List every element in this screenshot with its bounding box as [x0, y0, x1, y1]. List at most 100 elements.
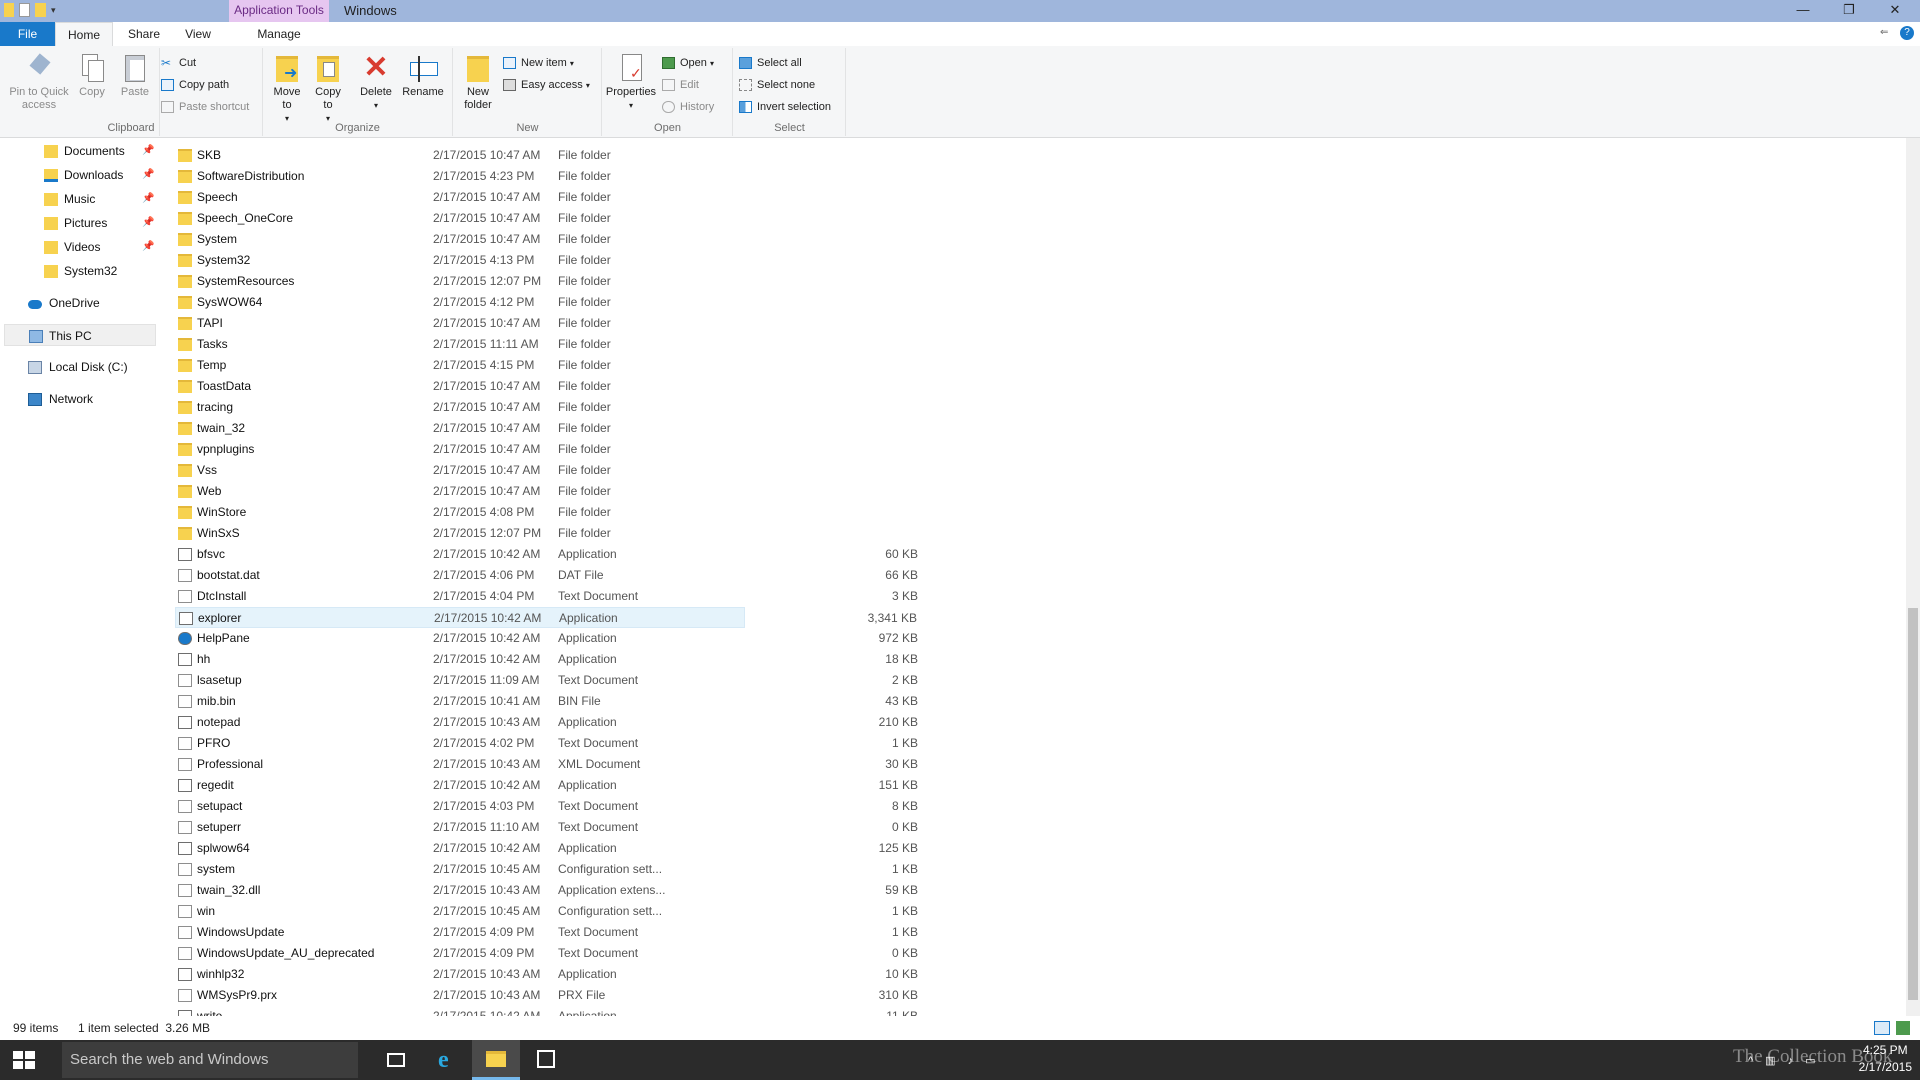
- tab-view[interactable]: View: [178, 22, 218, 46]
- file-row[interactable]: WindowsUpdate_AU_deprecated 2/17/2015 4:0…: [175, 943, 918, 964]
- nav-item-videos[interactable]: Videos 📌: [44, 236, 156, 258]
- file-row[interactable]: hh 2/17/2015 10:42 AM Application 18 KB: [175, 649, 918, 670]
- file-row[interactable]: bootstat.dat 2/17/2015 4:06 PM DAT File 66 …: [175, 565, 918, 586]
- restore-button[interactable]: ❐: [1826, 0, 1872, 22]
- copy-button[interactable]: Copy: [72, 52, 112, 99]
- select-none-button[interactable]: Select none: [738, 76, 843, 94]
- task-view-button[interactable]: [372, 1040, 420, 1080]
- file-explorer-button[interactable]: [472, 1040, 520, 1080]
- file-row[interactable]: Professional 2/17/2015 10:43 AM XML Docume…: [175, 754, 918, 775]
- file-row[interactable]: regedit 2/17/2015 10:42 AM Application 151 …: [175, 775, 918, 796]
- history-button[interactable]: History: [661, 98, 731, 116]
- nav-item-local-disk[interactable]: Local Disk (C:): [28, 356, 156, 378]
- internet-explorer-button[interactable]: e: [424, 1040, 472, 1080]
- copy-to-button[interactable]: Copy to ▾: [310, 52, 346, 125]
- file-date: 2/17/2015 4:09 PM: [433, 925, 535, 939]
- nav-item-downloads[interactable]: Downloads 📌: [44, 164, 156, 186]
- delete-button[interactable]: ✕ Delete ▾: [358, 52, 394, 112]
- file-row[interactable]: SKB 2/17/2015 10:47 AM File folder: [175, 145, 745, 166]
- paste-button[interactable]: Paste: [115, 52, 155, 99]
- invert-selection-button[interactable]: Invert selection: [738, 98, 846, 116]
- nav-item-system32[interactable]: System32: [44, 260, 156, 282]
- taskbar-search-box[interactable]: Search the web and Windows: [62, 1042, 358, 1078]
- qat-dropdown-icon[interactable]: ▾: [51, 5, 56, 16]
- file-row[interactable]: setupact 2/17/2015 4:03 PM Text Document 8 …: [175, 796, 918, 817]
- file-row[interactable]: DtcInstall 2/17/2015 4:04 PM Text Document…: [175, 586, 918, 607]
- properties-qat-icon[interactable]: [19, 3, 30, 17]
- file-row[interactable]: SystemResources 2/17/2015 12:07 PM File fo…: [175, 271, 745, 292]
- file-row[interactable]: notepad 2/17/2015 10:43 AM Application 210 …: [175, 712, 918, 733]
- taskbar-clock[interactable]: 4:25 PM 2/17/2015: [1859, 1042, 1912, 1076]
- store-button[interactable]: [522, 1040, 570, 1080]
- scrollbar-thumb[interactable]: [1908, 608, 1918, 1000]
- vertical-scrollbar[interactable]: [1906, 138, 1920, 1016]
- easy-access-button[interactable]: Easy access ▾: [502, 76, 602, 94]
- file-row[interactable]: twain_32 2/17/2015 10:47 AM File folder: [175, 418, 745, 439]
- open-button[interactable]: Open ▾: [661, 54, 731, 72]
- file-row[interactable]: Temp 2/17/2015 4:15 PM File folder: [175, 355, 745, 376]
- new-folder-qat-icon[interactable]: [35, 3, 46, 17]
- file-row[interactable]: WinSxS 2/17/2015 12:07 PM File folder: [175, 523, 745, 544]
- tab-share[interactable]: Share: [124, 22, 164, 46]
- tab-manage[interactable]: Manage: [252, 22, 306, 46]
- file-row[interactable]: lsasetup 2/17/2015 11:09 AM Text Document 2…: [175, 670, 918, 691]
- file-row[interactable]: mib.bin 2/17/2015 10:41 AM BIN File 43 KB: [175, 691, 918, 712]
- move-to-button[interactable]: ➜ Move to ▾: [269, 52, 305, 125]
- file-row[interactable]: win 2/17/2015 10:45 AM Configuration sett.…: [175, 901, 918, 922]
- large-icons-view-icon[interactable]: [1896, 1021, 1910, 1035]
- file-row-selected[interactable]: explorer 2/17/2015 10:42 AM Application 3,3…: [175, 607, 917, 628]
- file-row[interactable]: WindowsUpdate 2/17/2015 4:09 PM Text Docum…: [175, 922, 918, 943]
- file-row[interactable]: ToastData 2/17/2015 10:47 AM File folder: [175, 376, 745, 397]
- volume-icon[interactable]: ♪: [1788, 1055, 1806, 1067]
- file-row[interactable]: SysWOW64 2/17/2015 4:12 PM File folder: [175, 292, 745, 313]
- file-row[interactable]: vpnplugins 2/17/2015 10:47 AM File folder: [175, 439, 745, 460]
- file-row[interactable]: SoftwareDistribution 2/17/2015 4:23 PM Fil…: [175, 166, 745, 187]
- file-row[interactable]: tracing 2/17/2015 10:47 AM File folder: [175, 397, 745, 418]
- file-row[interactable]: write 2/17/2015 10:42 AM Application 11 KB: [175, 1006, 918, 1016]
- details-view-icon[interactable]: [1874, 1021, 1890, 1035]
- network-tray-icon[interactable]: ▥: [1765, 1055, 1787, 1067]
- nav-item-this-pc[interactable]: This PC: [4, 324, 156, 346]
- pin-to-quick-access-button[interactable]: Pin to Quick access: [6, 52, 72, 112]
- close-button[interactable]: ✕: [1872, 0, 1918, 22]
- file-row[interactable]: WinStore 2/17/2015 4:08 PM File folder: [175, 502, 745, 523]
- select-all-button[interactable]: Select all: [738, 54, 843, 72]
- properties-button[interactable]: ✓ Properties ▾: [603, 52, 659, 112]
- action-center-icon[interactable]: ▭: [1805, 1055, 1827, 1067]
- file-row[interactable]: Speech_OneCore 2/17/2015 10:47 AM File fol…: [175, 208, 745, 229]
- nav-item-pictures[interactable]: Pictures 📌: [44, 212, 156, 234]
- file-row[interactable]: Vss 2/17/2015 10:47 AM File folder: [175, 460, 745, 481]
- file-row[interactable]: splwow64 2/17/2015 10:42 AM Application 125…: [175, 838, 918, 859]
- help-icon[interactable]: ?: [1900, 26, 1914, 40]
- cut-button[interactable]: ✂ Cut: [160, 54, 196, 72]
- file-row[interactable]: winhlp32 2/17/2015 10:43 AM Application 10 …: [175, 964, 918, 985]
- file-row[interactable]: WMSysPr9.prx 2/17/2015 10:43 AM PRX File 31…: [175, 985, 918, 1006]
- file-row[interactable]: Web 2/17/2015 10:47 AM File folder: [175, 481, 745, 502]
- nav-item-onedrive[interactable]: OneDrive: [28, 292, 156, 314]
- file-row[interactable]: setuperr 2/17/2015 11:10 AM Text Document 0…: [175, 817, 918, 838]
- file-row[interactable]: System32 2/17/2015 4:13 PM File folder: [175, 250, 745, 271]
- file-row[interactable]: System 2/17/2015 10:47 AM File folder: [175, 229, 745, 250]
- file-row[interactable]: twain_32.dll 2/17/2015 10:43 AM Applicatio…: [175, 880, 918, 901]
- show-hidden-icons-icon[interactable]: ^: [1748, 1055, 1765, 1067]
- file-row[interactable]: PFRO 2/17/2015 4:02 PM Text Document 1 KB: [175, 733, 918, 754]
- minimize-ribbon-icon[interactable]: ⇐: [1880, 27, 1888, 38]
- nav-item-network[interactable]: Network: [28, 388, 156, 410]
- file-row[interactable]: system 2/17/2015 10:45 AM Configuration se…: [175, 859, 918, 880]
- file-row[interactable]: TAPI 2/17/2015 10:47 AM File folder: [175, 313, 745, 334]
- nav-item-music[interactable]: Music 📌: [44, 188, 156, 210]
- edit-button[interactable]: Edit: [661, 76, 731, 94]
- start-button[interactable]: [0, 1040, 48, 1080]
- file-row[interactable]: HelpPane 2/17/2015 10:42 AM Application 972…: [175, 628, 918, 649]
- tab-home[interactable]: Home: [55, 22, 113, 46]
- new-folder-button[interactable]: New folder: [458, 52, 498, 112]
- new-item-button[interactable]: New item ▾: [502, 54, 602, 72]
- rename-button[interactable]: Rename: [400, 52, 446, 99]
- minimize-button[interactable]: —: [1780, 0, 1826, 22]
- file-row[interactable]: bfsvc 2/17/2015 10:42 AM Application 60 KB: [175, 544, 918, 565]
- file-row[interactable]: Tasks 2/17/2015 11:11 AM File folder: [175, 334, 745, 355]
- tab-file[interactable]: File: [0, 22, 55, 46]
- file-row[interactable]: Speech 2/17/2015 10:47 AM File folder: [175, 187, 745, 208]
- nav-item-documents[interactable]: Documents 📌: [44, 140, 156, 162]
- quick-access-toolbar: ▾: [4, 3, 56, 17]
